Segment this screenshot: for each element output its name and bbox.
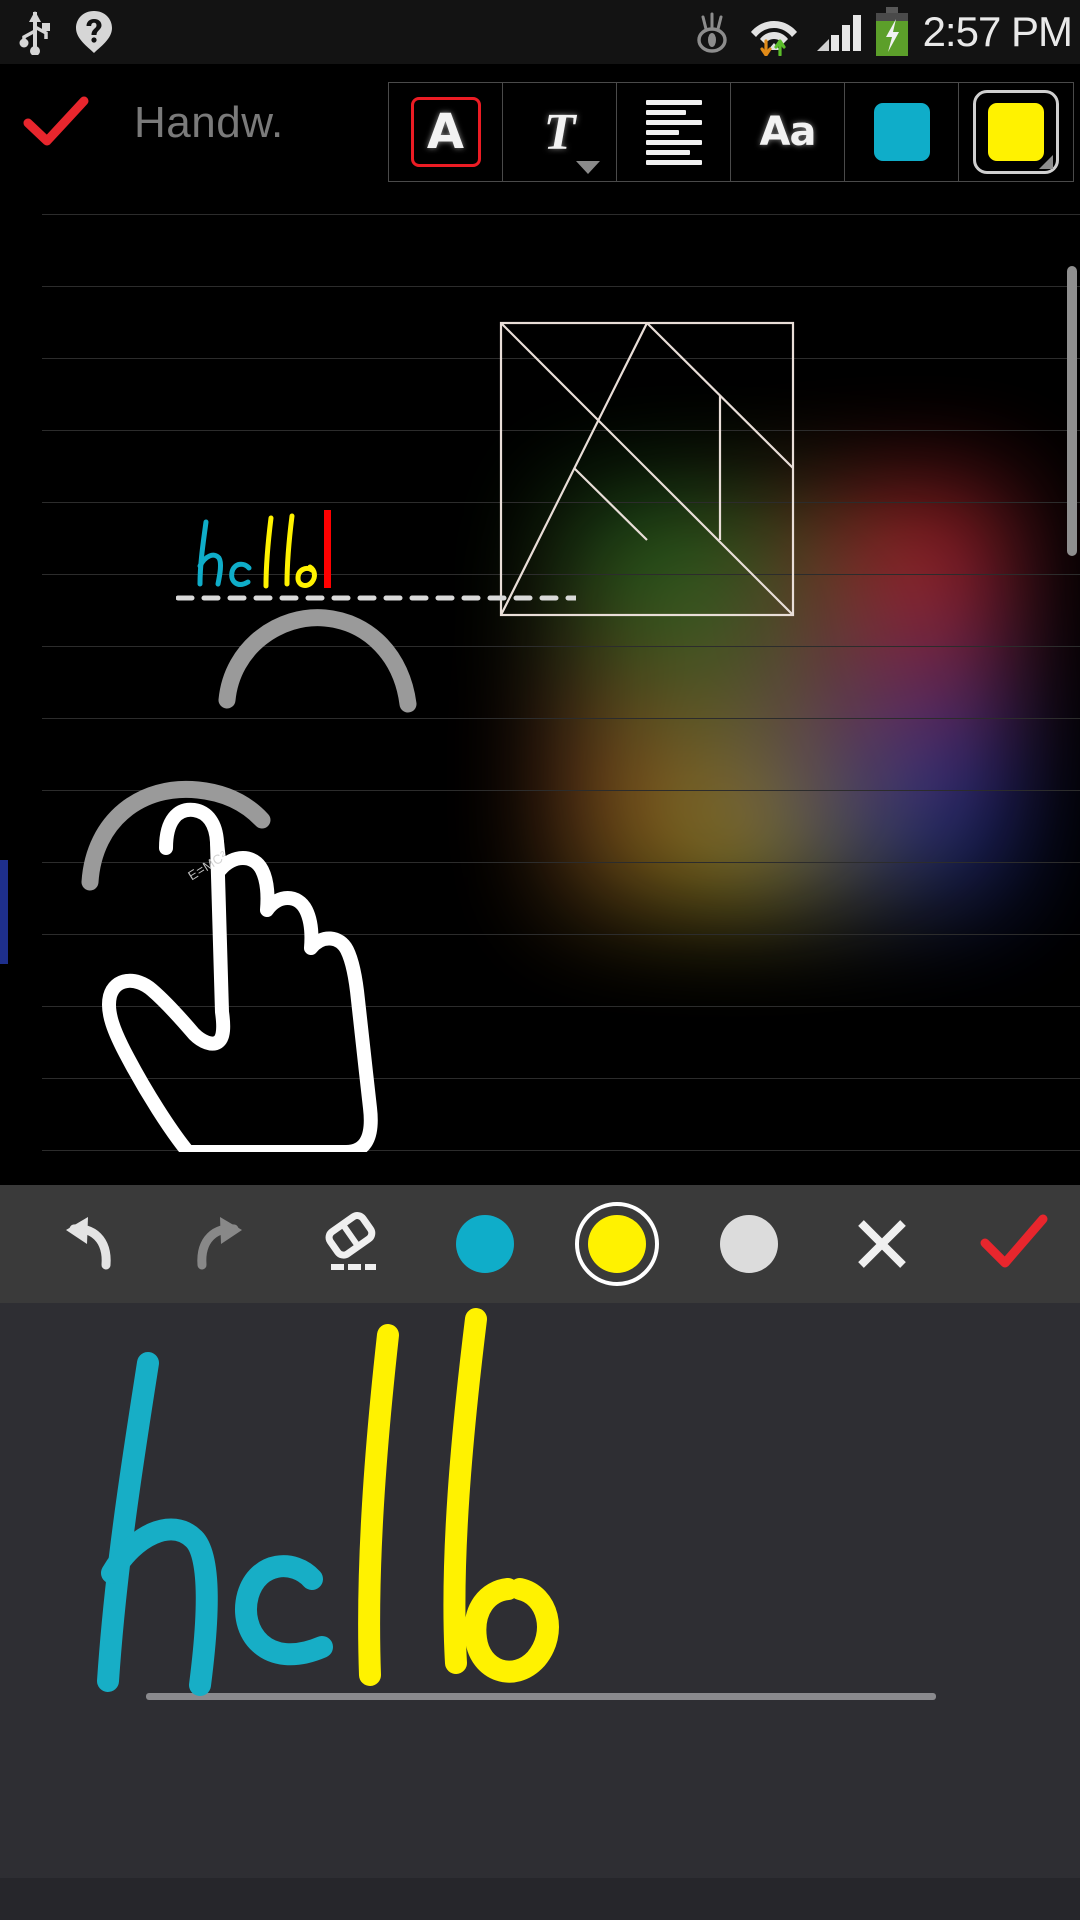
wifi-icon [750,21,797,56]
cancel-button[interactable] [816,1185,948,1303]
format-toolbar: A T Aa [388,82,1074,182]
unknown-sim-icon [76,11,112,53]
battery-charging-icon [875,7,908,56]
text-style-A-button[interactable]: A [389,83,503,181]
handwriting-panel [0,1185,1080,1920]
yellow-swatch-frame [973,90,1059,174]
yellow-dot-icon [588,1215,647,1273]
pen-color-cyan-button[interactable] [419,1185,551,1303]
eye-icon [696,12,727,53]
close-icon [857,1220,906,1268]
rule-line [42,214,1080,215]
status-bar: 2:57 PM [0,0,1080,64]
font-style-T-label: T [543,103,576,161]
panel-bottom-strip [0,1878,1080,1920]
cyan-dot-icon [455,1215,514,1273]
paragraph-align-button[interactable] [617,83,731,181]
status-clock: 2:57 PM [922,8,1073,55]
page-title: Handw. [134,98,284,147]
text-style-A-label: A [426,104,465,160]
pen-color-yellow-button[interactable] [551,1185,683,1303]
undo-icon [66,1217,111,1270]
redo-icon [197,1217,243,1270]
signal-bars-icon [816,15,861,51]
eraser-icon [325,1212,376,1270]
cyan-swatch-icon [873,103,930,161]
selected-color-ring [575,1202,660,1286]
handwriting-ink [97,1308,559,1696]
yellow-swatch-icon [988,103,1044,161]
check-icon [23,96,89,146]
handwriting-toolbar [0,1185,1080,1303]
font-size-button[interactable]: Aa [731,83,845,181]
status-bar-left-icons [18,9,114,55]
font-size-label: Aa [759,109,817,155]
redo-button[interactable] [154,1185,286,1303]
handwriting-input-area[interactable] [0,1303,1080,1920]
eraser-button[interactable] [287,1185,419,1303]
status-bar-right-icons: 2:57 PM [689,7,1074,57]
chevron-down-icon [1039,155,1053,169]
check-icon [980,1214,1048,1268]
canvas-scrollbar[interactable] [1067,182,1080,1185]
scrollbar-thumb[interactable] [1067,266,1077,556]
usb-icon [19,11,50,55]
accept-button[interactable] [948,1185,1080,1303]
align-left-icon [645,99,702,165]
white-dot-icon [720,1215,779,1273]
left-page-marker[interactable] [0,860,8,964]
chevron-down-icon [576,161,600,174]
done-check-button[interactable] [8,95,104,151]
undo-button[interactable] [22,1185,154,1303]
font-style-T-button[interactable]: T [503,83,617,181]
phone-screen: 2:57 PM Handw. A T Aa E=MC² [0,0,1080,1920]
pen-color-white-button[interactable] [683,1185,815,1303]
rule-line [42,286,1080,287]
color-cyan-button[interactable] [845,83,959,181]
color-yellow-button[interactable] [959,83,1073,181]
hand-drawing [81,609,417,1152]
note-canvas[interactable]: E=MC² [0,182,1080,1185]
